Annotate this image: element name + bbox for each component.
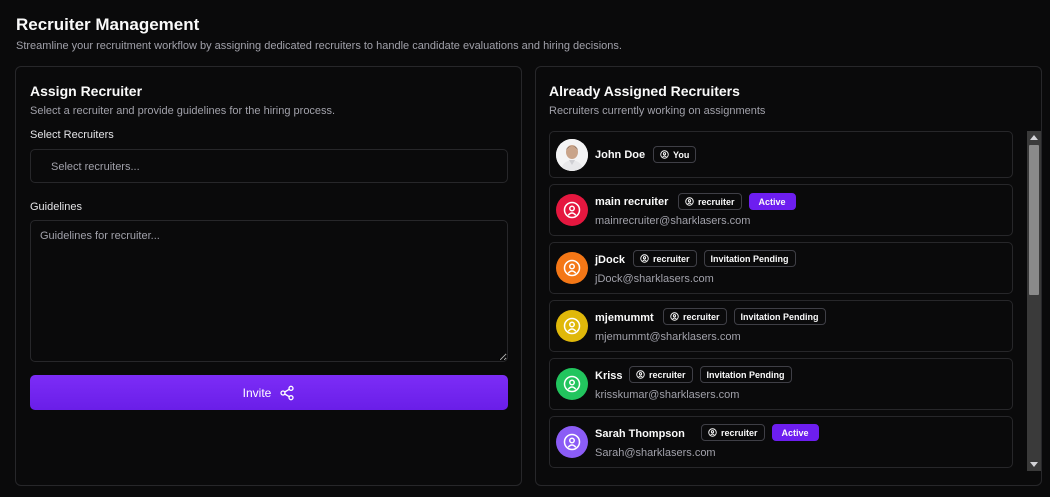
user-icon [563, 375, 581, 393]
user-circle-icon [670, 312, 679, 321]
avatar [556, 310, 588, 342]
page-title: Recruiter Management [16, 15, 200, 34]
user-icon [563, 433, 581, 451]
recruiter-email: jDock@sharklasers.com [595, 273, 714, 285]
invite-button[interactable]: Invite [30, 375, 508, 410]
badge-group: recruiter Invitation Pending [633, 250, 796, 267]
status-badge: Invitation Pending [733, 308, 826, 325]
recruiter-name: John Doe [595, 149, 646, 161]
select-recruiters-label: Select Recruiters [30, 129, 114, 141]
avatar [556, 194, 588, 226]
user-circle-icon [685, 197, 694, 206]
assign-recruiter-card: Assign Recruiter Select a recruiter and … [15, 66, 522, 486]
badge-group: recruiter Invitation Pending [629, 366, 792, 383]
user-circle-icon [640, 254, 649, 263]
list-item[interactable]: John Doe You [549, 131, 1013, 178]
invite-button-label: Invite [242, 385, 272, 400]
role-badge: recruiter [701, 424, 765, 441]
avatar [556, 426, 588, 458]
page-subtitle: Streamline your recruitment workflow by … [16, 40, 622, 52]
recruiter-email: mjemummt@sharklasers.com [595, 331, 741, 343]
avatar [556, 139, 588, 171]
badge-group: recruiter Invitation Pending [663, 308, 826, 325]
select-recruiters-field[interactable] [30, 149, 508, 184]
assign-recruiter-subtitle: Select a recruiter and provide guideline… [30, 105, 336, 117]
status-badge: Invitation Pending [703, 250, 796, 267]
scroll-up-arrow-icon[interactable] [1027, 131, 1041, 143]
recruiter-name: jDock [595, 254, 625, 266]
status-badge: Active [748, 193, 796, 210]
avatar [556, 368, 588, 400]
user-circle-icon [636, 370, 645, 379]
role-badge: You [653, 146, 697, 163]
list-scrollbar[interactable] [1027, 131, 1041, 471]
badge-group: recruiter Active [701, 424, 819, 441]
role-badge: recruiter [678, 193, 742, 210]
recruiter-name: mjemummt [595, 312, 654, 324]
user-icon [563, 259, 581, 277]
role-badge: recruiter [633, 250, 697, 267]
status-badge: Active [771, 424, 819, 441]
recruiter-name: Kriss [595, 370, 623, 382]
status-badge: Invitation Pending [699, 366, 792, 383]
list-item[interactable]: mjemummt recruiter Invitation Pending mj… [549, 300, 1013, 352]
recruiter-email: Sarah@sharklasers.com [595, 447, 716, 459]
list-item[interactable]: jDock recruiter Invitation Pending jDock… [549, 242, 1013, 294]
user-icon [563, 317, 581, 335]
role-badge: recruiter [629, 366, 693, 383]
scrollbar-thumb[interactable] [1029, 145, 1039, 295]
assigned-recruiters-card: Already Assigned Recruiters Recruiters c… [535, 66, 1042, 486]
avatar [556, 252, 588, 284]
assigned-recruiters-subtitle: Recruiters currently working on assignme… [549, 105, 766, 117]
share-icon [280, 385, 295, 400]
user-circle-icon [708, 428, 717, 437]
select-recruiters-input[interactable] [49, 150, 493, 184]
guidelines-label: Guidelines [30, 201, 82, 213]
list-item[interactable]: main recruiter recruiter Active mainrecr… [549, 184, 1013, 236]
user-circle-icon [660, 150, 669, 159]
assigned-recruiters-title: Already Assigned Recruiters [549, 83, 740, 99]
user-icon [563, 201, 581, 219]
list-item[interactable]: Sarah Thompson recruiter Active Sarah@sh… [549, 416, 1013, 468]
scroll-down-arrow-icon[interactable] [1027, 459, 1041, 471]
recruiter-email: krisskumar@sharklasers.com [595, 389, 740, 401]
guidelines-textarea[interactable] [30, 220, 508, 362]
badge-group: recruiter Active [678, 193, 796, 210]
list-item[interactable]: Kriss recruiter Invitation Pending kriss… [549, 358, 1013, 410]
badge-group: You [653, 146, 697, 163]
avatar-photo-icon [556, 139, 588, 171]
assigned-recruiters-list[interactable]: John Doe You main recruiter recruiter Ac… [549, 131, 1014, 471]
recruiter-name: main recruiter [595, 196, 669, 208]
recruiter-email: mainrecruiter@sharklasers.com [595, 215, 751, 227]
role-badge: recruiter [663, 308, 727, 325]
assign-recruiter-title: Assign Recruiter [30, 83, 143, 99]
recruiter-name: Sarah Thompson [595, 428, 685, 440]
